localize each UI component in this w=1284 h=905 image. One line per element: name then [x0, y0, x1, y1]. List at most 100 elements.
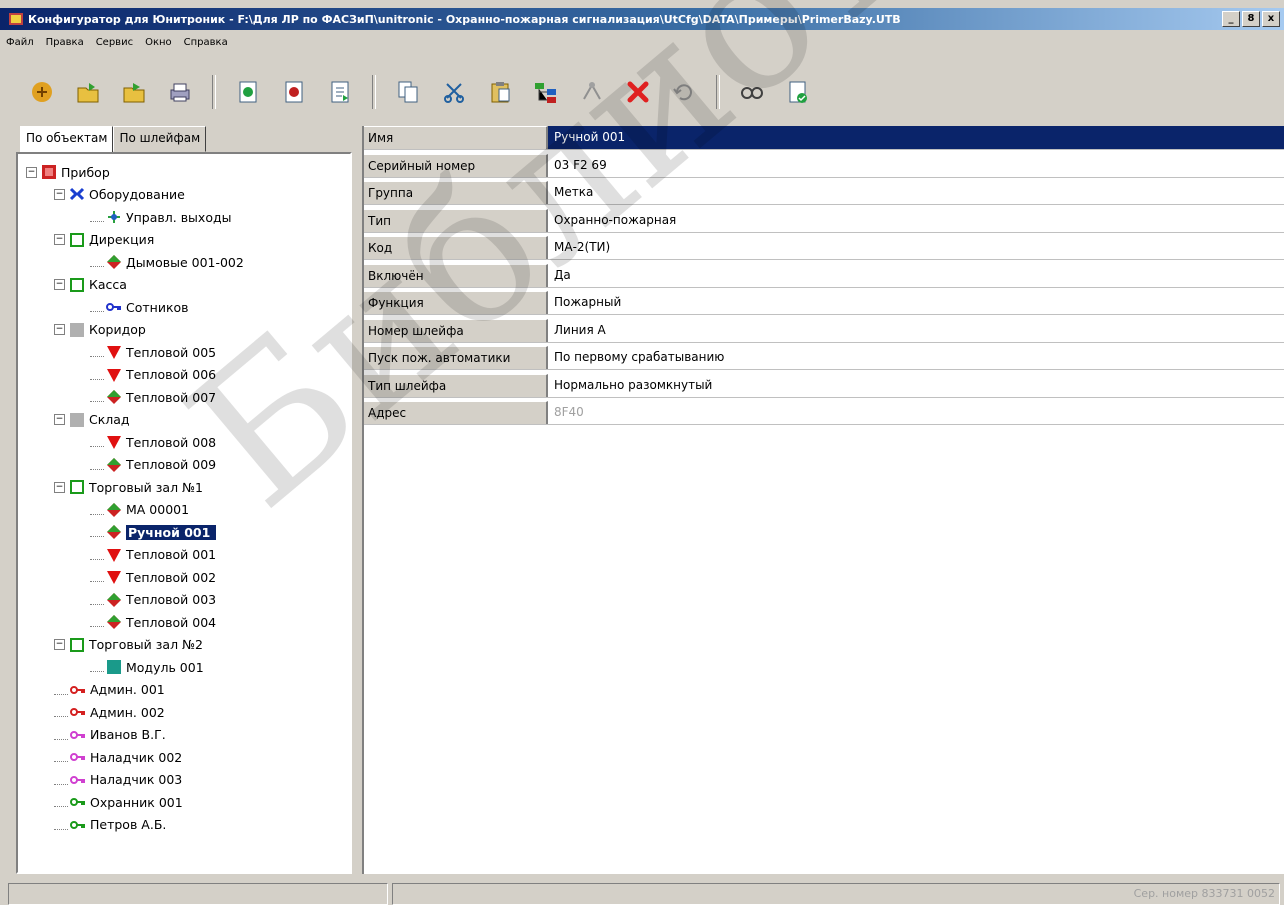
property-row[interactable]: Тип шлейфа Нормально разомкнутый	[364, 373, 1284, 398]
key-icon	[70, 753, 85, 761]
paste-icon[interactable]	[486, 78, 514, 106]
property-value[interactable]: 8F40	[548, 401, 1284, 424]
expand-toggle-icon[interactable]: −	[54, 189, 65, 200]
open-alt-icon[interactable]	[120, 78, 148, 106]
tree-icon[interactable]	[532, 78, 560, 106]
tree-item[interactable]: Наладчик 002	[54, 747, 182, 767]
maximize-button[interactable]: 8	[1242, 11, 1260, 27]
tree-item[interactable]: Тепловой 004	[90, 612, 216, 632]
menu-service[interactable]: Сервис	[96, 37, 133, 48]
property-row[interactable]: Имя Ручной 001	[364, 126, 1284, 150]
property-value[interactable]: Ручной 001	[548, 126, 1284, 149]
check-document-icon[interactable]	[784, 78, 812, 106]
tree-item[interactable]: − Торговый зал №1	[54, 477, 203, 497]
property-value[interactable]: Линия А	[548, 319, 1284, 342]
property-row[interactable]: Тип Охранно-пожарная	[364, 208, 1284, 233]
close-button[interactable]: x	[1262, 11, 1280, 27]
object-tree[interactable]: − Прибор − Оборудование Управл. выходы − Дирек…	[16, 152, 352, 874]
tree-item[interactable]: Админ. 001	[54, 680, 165, 700]
tree-item[interactable]: − Оборудование	[54, 185, 185, 205]
property-value[interactable]: МА-2(ТИ)	[548, 236, 1284, 259]
tree-item[interactable]: Дымовые 001-002	[90, 252, 244, 272]
tree-item-label: Наладчик 002	[90, 749, 183, 765]
menu-window[interactable]: Окно	[145, 37, 172, 48]
tree-connector	[54, 685, 68, 695]
tree-item[interactable]: Петров А.Б.	[54, 815, 166, 835]
property-value[interactable]: Охранно-пожарная	[548, 209, 1284, 232]
tab-by-loops[interactable]: По шлейфам	[113, 126, 207, 152]
tree-item[interactable]: − Прибор	[26, 162, 110, 182]
tree-item[interactable]: − Дирекция	[54, 230, 154, 250]
undo-icon[interactable]	[670, 78, 698, 106]
tree-item[interactable]: Тепловой 006	[90, 365, 216, 385]
menu-edit[interactable]: Правка	[46, 37, 84, 48]
expand-toggle-icon[interactable]: −	[54, 414, 65, 425]
tree-item[interactable]: Тепловой 001	[90, 545, 216, 565]
cut-icon[interactable]	[440, 78, 468, 106]
export-icon[interactable]	[280, 78, 308, 106]
link-icon[interactable]	[578, 78, 606, 106]
key-icon	[70, 730, 85, 739]
copy-icon[interactable]	[394, 78, 422, 106]
tree-item[interactable]: Модуль 001	[90, 657, 204, 677]
tree-item[interactable]: − Касса	[54, 275, 127, 295]
property-row[interactable]: Серийный номер 03 F2 69	[364, 153, 1284, 178]
tree-item-selected[interactable]: Ручной 001	[90, 522, 217, 542]
import-icon[interactable]	[234, 78, 262, 106]
tree-item[interactable]: Тепловой 008	[90, 432, 216, 452]
tree-item[interactable]: Тепловой 002	[90, 567, 216, 587]
sensor-diamond-icon	[107, 255, 121, 269]
open-icon[interactable]	[74, 78, 102, 106]
status-bar: Сер. номер 833731 0052	[0, 879, 1284, 905]
property-value[interactable]: Нормально разомкнутый	[548, 374, 1284, 397]
tree-item[interactable]: Управл. выходы	[90, 207, 231, 227]
expand-toggle-icon[interactable]: −	[54, 279, 65, 290]
tree-item[interactable]: Охранник 001	[54, 792, 183, 812]
expand-toggle-icon[interactable]: −	[54, 234, 65, 245]
expand-toggle-icon[interactable]: −	[54, 639, 65, 650]
property-row[interactable]: Группа Метка	[364, 181, 1284, 205]
property-row[interactable]: Номер шлейфа Линия А	[364, 318, 1284, 343]
tree-item[interactable]: Тепловой 007	[90, 387, 216, 407]
property-row[interactable]: Адрес 8F40	[364, 401, 1284, 425]
tree-item-label: Тепловой 005	[126, 344, 217, 360]
tree-connector	[90, 662, 104, 672]
tree-item[interactable]: − Склад	[54, 410, 130, 430]
tree-item[interactable]: МА 00001	[90, 500, 189, 520]
document-icon[interactable]	[326, 78, 354, 106]
tree-item[interactable]: Сотников	[90, 297, 189, 317]
tree-connector	[90, 572, 104, 582]
tree-item[interactable]: Админ. 002	[54, 702, 165, 722]
property-row[interactable]: Пуск пож. автоматики По первому срабатыва…	[364, 346, 1284, 370]
property-value[interactable]: Пожарный	[548, 291, 1284, 314]
menu-help[interactable]: Справка	[184, 37, 228, 48]
sensor-diamond-icon	[107, 502, 121, 517]
property-value[interactable]: Да	[548, 264, 1284, 287]
property-value[interactable]: Метка	[548, 181, 1284, 204]
minimize-button[interactable]: _	[1222, 11, 1240, 27]
tree-item[interactable]: Тепловой 009	[90, 455, 216, 475]
property-row[interactable]: Код МА-2(ТИ)	[364, 236, 1284, 260]
expand-toggle-icon[interactable]: −	[54, 324, 65, 335]
tree-item[interactable]: − Торговый зал №2	[54, 635, 203, 655]
expand-toggle-icon[interactable]: −	[26, 166, 37, 178]
property-row[interactable]: Включён Да	[364, 263, 1284, 288]
tree-item[interactable]: − Коридор	[54, 320, 146, 340]
tree-item-label: Тепловой 007	[126, 389, 217, 405]
tree-connector	[54, 775, 68, 785]
tree-item-label: Петров А.Б.	[90, 817, 167, 832]
outputs-icon	[108, 211, 120, 223]
expand-toggle-icon[interactable]: −	[54, 481, 65, 493]
tree-item[interactable]: Наладчик 003	[54, 770, 182, 790]
open-folder-icon[interactable]	[28, 78, 56, 106]
property-value[interactable]: По первому срабатыванию	[548, 346, 1284, 369]
property-row[interactable]: Функция Пожарный	[364, 291, 1284, 315]
tree-item[interactable]: Иванов В.Г.	[54, 725, 166, 745]
tree-item[interactable]: Тепловой 003	[90, 590, 216, 610]
property-value[interactable]: 03 F2 69	[548, 154, 1284, 177]
menu-file[interactable]: Файл	[6, 37, 34, 48]
find-icon[interactable]	[738, 78, 766, 106]
delete-icon[interactable]	[624, 78, 652, 106]
print-icon[interactable]	[166, 78, 194, 106]
tree-item[interactable]: Тепловой 005	[90, 342, 216, 362]
